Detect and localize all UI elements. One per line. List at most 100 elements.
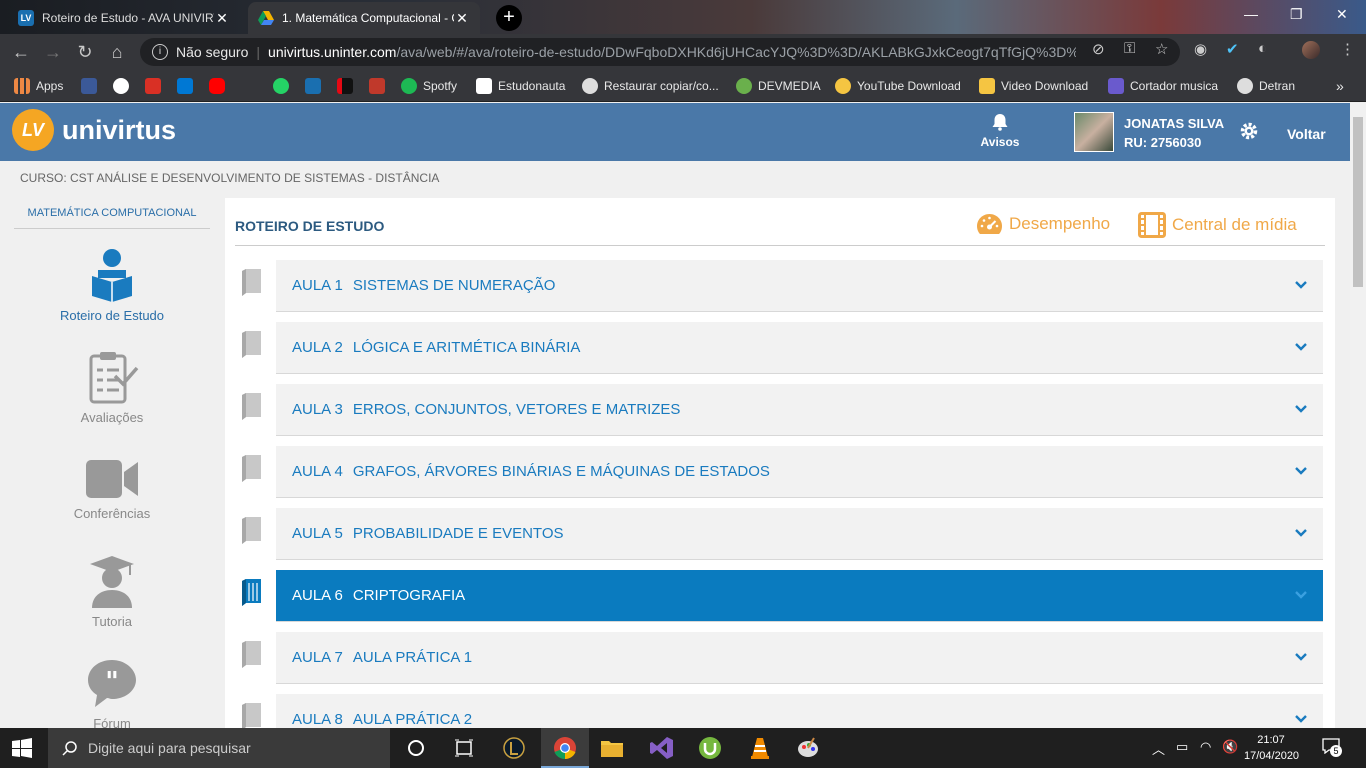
check-extension-icon[interactable]: ✔	[1226, 40, 1239, 58]
gear-icon[interactable]	[1238, 120, 1260, 142]
chevron-down-icon[interactable]	[1293, 339, 1309, 355]
sidebar-item-tutoria[interactable]: Tutoria	[0, 554, 224, 629]
more-bookmarks-icon[interactable]: »	[1336, 78, 1344, 94]
date: 17/04/2020	[1244, 750, 1300, 762]
windows-start-icon[interactable]	[12, 738, 32, 758]
taskbar-chrome-active[interactable]	[541, 728, 589, 768]
blocked-cookie-icon[interactable]: ⊘	[1092, 40, 1105, 58]
wifi-icon[interactable]: ◠	[1200, 739, 1211, 755]
outlook-icon	[177, 78, 193, 94]
visual-studio-icon[interactable]	[650, 736, 674, 760]
chevron-up-icon[interactable]: ︿	[1152, 739, 1165, 758]
bookmark-label: Estudonauta	[498, 79, 566, 93]
address-bar[interactable]: i Não seguro | univirtus.uninter.com /av…	[140, 38, 1180, 66]
sidebar-item-conferencias[interactable]: Conferências	[0, 458, 224, 521]
sidebar-item-forum[interactable]: " Fórum	[0, 658, 224, 731]
paint-icon[interactable]	[796, 736, 820, 760]
cortana-icon[interactable]	[404, 736, 428, 760]
profile-avatar[interactable]	[1302, 41, 1320, 59]
home-icon[interactable]: ⌂	[106, 41, 128, 63]
bookmark-apps[interactable]: Apps	[14, 78, 63, 94]
scrollbar-thumb[interactable]	[1353, 117, 1363, 287]
desempenho-link[interactable]: Desempenho	[976, 212, 1110, 236]
battery-icon[interactable]: ▭	[1176, 739, 1188, 755]
task-view-icon[interactable]	[452, 736, 476, 760]
extension-icon[interactable]: ◐	[1258, 40, 1267, 57]
aula-row[interactable]: AULA 7 AULA PRÁTICA 1	[276, 632, 1323, 684]
central-label: Central de mídia	[1172, 215, 1297, 234]
aula-row[interactable]: AULA 5 PROBABILIDADE E EVENTOS	[276, 508, 1323, 560]
volume-mute-icon[interactable]: 🔇	[1222, 739, 1238, 755]
window-close-icon[interactable]: ✕	[1336, 6, 1348, 23]
sidebar-item-label: Tutoria	[92, 614, 132, 629]
central-de-midia-link[interactable]: Central de mídia	[1138, 212, 1297, 238]
close-icon[interactable]: ✕	[454, 10, 470, 27]
browser-tab[interactable]: LV Roteiro de Estudo - AVA UNIVIRTUS ✕	[8, 2, 240, 34]
chevron-down-icon[interactable]	[1293, 277, 1309, 293]
bookmark-outlook[interactable]	[177, 78, 199, 94]
extension-icon[interactable]: ◉	[1194, 40, 1207, 58]
bookmark-univirtus[interactable]	[305, 78, 327, 94]
bookmark-youtube[interactable]	[209, 78, 231, 94]
chevron-down-icon[interactable]	[1293, 401, 1309, 417]
bookmark-netflix[interactable]	[337, 78, 359, 94]
bookmark-facebook[interactable]	[81, 78, 103, 94]
scrollbar[interactable]	[1350, 103, 1366, 728]
chevron-down-icon[interactable]	[1293, 463, 1309, 479]
aula-title: GRAFOS, ÁRVORES BINÁRIAS E MÁQUINAS DE E…	[352, 463, 770, 480]
minimize-icon[interactable]: —	[1244, 6, 1258, 22]
user-ru: RU: 2756030	[1124, 135, 1202, 150]
aula-row[interactable]: AULA 4 GRAFOS, ÁRVORES BINÁRIAS E MÁQUINA…	[276, 446, 1323, 498]
key-icon[interactable]: ⚿	[1124, 40, 1135, 57]
back-icon[interactable]: ←	[10, 41, 32, 63]
chevron-down-icon[interactable]	[1293, 525, 1309, 541]
star-icon[interactable]: ☆	[1155, 40, 1168, 58]
vlc-icon[interactable]	[748, 736, 772, 760]
browser-tab-strip: LV Roteiro de Estudo - AVA UNIVIRTUS ✕ 1…	[0, 0, 1366, 34]
bookmark-estudonauta[interactable]: Estudonauta	[476, 78, 565, 94]
info-icon[interactable]: i	[152, 44, 168, 60]
bookmark-devmedia[interactable]: DEVMEDIA	[736, 78, 821, 94]
maximize-icon[interactable]: ❐	[1290, 6, 1303, 23]
bookmark-detran[interactable]: Detran	[1237, 78, 1295, 94]
notification-center-icon[interactable]: 5	[1322, 738, 1342, 758]
music-icon	[1108, 78, 1124, 94]
taskbar-clock[interactable]: 21:07 17/04/2020	[1244, 732, 1300, 764]
chevron-down-icon[interactable]	[1293, 587, 1309, 603]
chevron-down-icon[interactable]	[1293, 711, 1309, 727]
aula-row[interactable]: AULA 2 LÓGICA E ARITMÉTICA BINÁRIA	[276, 322, 1323, 374]
new-tab-button[interactable]: +	[496, 5, 522, 31]
menu-icon[interactable]: ⋮	[1340, 40, 1355, 58]
univirtus-logo[interactable]: LV univirtus	[12, 109, 176, 151]
bookmark-video-download[interactable]: Video Download	[979, 78, 1088, 94]
file-explorer-icon[interactable]	[600, 736, 624, 760]
reload-icon[interactable]: ↻	[74, 41, 96, 63]
quote-bubble-icon: "	[88, 660, 136, 707]
bookmark-google[interactable]	[113, 78, 135, 94]
aula-row[interactable]: AULA 6 CRIPTOGRAFIA	[276, 570, 1323, 622]
bookmark-youtube-download[interactable]: YouTube Download	[835, 78, 961, 94]
sidebar-item-roteiro[interactable]: Roteiro de Estudo	[0, 248, 224, 323]
avisos-button[interactable]: Avisos	[978, 113, 1022, 149]
aula-row[interactable]: AULA 1 SISTEMAS DE NUMERAÇÃO	[276, 260, 1323, 312]
bookmark-restaurar[interactable]: Restaurar copiar/co...	[582, 78, 719, 94]
league-of-legends-icon[interactable]	[502, 736, 526, 760]
bookmark-cortador[interactable]: Cortador musica	[1108, 78, 1218, 94]
utorrent-icon[interactable]	[698, 736, 722, 760]
bookmark-label: Spotfy	[423, 79, 458, 93]
forward-icon[interactable]: →	[42, 41, 64, 63]
sidebar-item-avaliacoes[interactable]: Avaliações	[0, 350, 224, 425]
aula-number: AULA 3	[292, 401, 343, 418]
aula-row[interactable]: AULA 3 ERROS, CONJUNTOS, VETORES E MATRIZ…	[276, 384, 1323, 436]
voltar-button[interactable]: Voltar	[1287, 126, 1326, 142]
taskbar-search-input[interactable]: Digite aqui para pesquisar	[48, 728, 390, 768]
bookmark-gmail[interactable]	[145, 78, 167, 94]
bookmark-label: Video Download	[1001, 79, 1089, 93]
browser-tab-active[interactable]: 1. Matemática Computacional - Google Dri…	[248, 2, 480, 34]
bookmark-spotify[interactable]: Spotfy	[401, 78, 457, 94]
bookmark-game[interactable]	[369, 78, 391, 94]
avatar[interactable]	[1074, 112, 1114, 152]
chevron-down-icon[interactable]	[1293, 649, 1309, 665]
close-icon[interactable]: ✕	[214, 10, 230, 27]
bookmark-whatsapp[interactable]	[273, 78, 295, 94]
